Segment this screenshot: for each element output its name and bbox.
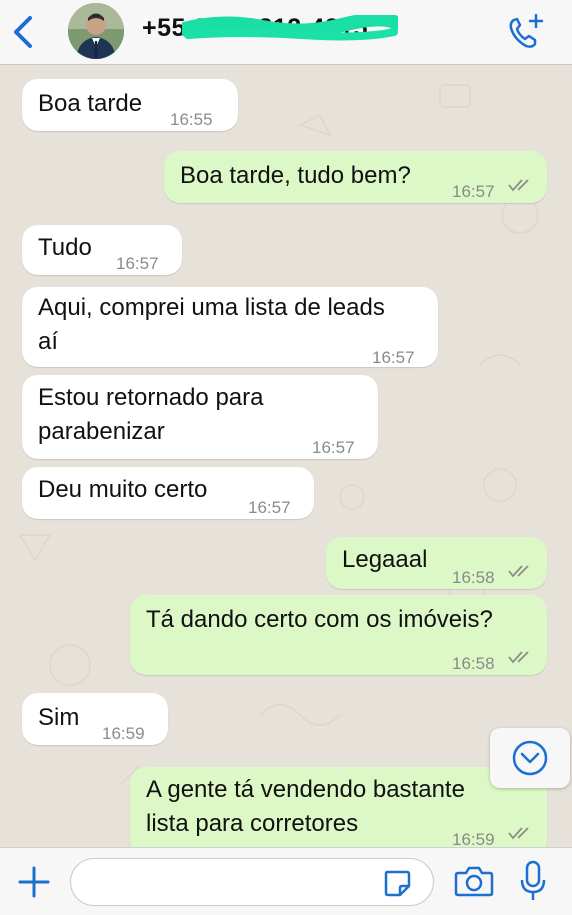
message-text: lista para corretores [146, 810, 359, 837]
message-time: 16:57 [248, 498, 291, 517]
message-time: 16:57 [312, 438, 355, 457]
message-outgoing[interactable]: A gente tá vendendo bastante lista para … [130, 767, 547, 847]
message-time: 16:57 [116, 254, 159, 273]
camera-icon [454, 866, 494, 897]
composer-bar [0, 847, 572, 915]
scroll-to-bottom-button[interactable] [490, 728, 570, 788]
attach-button[interactable] [14, 862, 54, 902]
sticker-icon [384, 870, 411, 897]
chat-area[interactable]: Boa tarde 16:55 Boa tarde, tudo bem? 16:… [0, 65, 572, 847]
message-text: Boa tarde [38, 90, 143, 117]
avatar-image [68, 3, 124, 59]
avatar[interactable] [68, 3, 124, 59]
message-time: 16:59 [102, 724, 145, 743]
plus-icon [18, 866, 50, 898]
message-text: Estou retornado para [38, 384, 264, 411]
message-text: Tá dando certo com os imóveis? [146, 606, 493, 633]
message-incoming[interactable]: Sim 16:59 [22, 693, 168, 745]
microphone-icon [520, 860, 546, 900]
chevron-down-circle-icon [512, 740, 548, 776]
message-outgoing[interactable]: Tá dando certo com os imóveis? 16:58 [130, 595, 547, 675]
message-outgoing[interactable]: Boa tarde, tudo bem? 16:57 [164, 151, 547, 203]
phone-add-icon [509, 13, 544, 48]
message-text: A gente tá vendendo bastante [146, 776, 465, 803]
message-text: Deu muito certo [38, 476, 208, 503]
message-text: Boa tarde, tudo bem? [180, 162, 411, 189]
message-incoming[interactable]: Aqui, comprei uma lista de leads aí 16:5… [22, 287, 438, 367]
double-check-icon [508, 179, 529, 192]
message-incoming[interactable]: Tudo 16:57 [22, 225, 182, 275]
double-check-icon [508, 651, 529, 664]
sticker-button[interactable] [382, 868, 412, 898]
chat-header: +55 21 99812-4215 [0, 0, 572, 65]
message-time: 16:57 [452, 182, 495, 201]
double-check-icon [508, 565, 529, 578]
message-incoming[interactable]: Estou retornado para parabenizar 16:57 [22, 375, 378, 459]
message-outgoing[interactable]: Legaaal 16:58 [326, 537, 547, 589]
message-time: 16:58 [452, 568, 495, 587]
message-text: parabenizar [38, 418, 165, 445]
back-button[interactable] [8, 12, 40, 52]
redaction-scribble [182, 15, 398, 41]
message-input[interactable] [70, 858, 434, 906]
message-incoming[interactable]: Boa tarde 16:55 [22, 79, 238, 131]
message-text: Aqui, comprei uma lista de leads [38, 294, 385, 321]
camera-button[interactable] [454, 864, 494, 898]
call-button[interactable] [504, 12, 548, 52]
message-text: Legaaal [342, 546, 428, 573]
message-time: 16:58 [452, 654, 495, 673]
message-text: Sim [38, 704, 80, 731]
microphone-button[interactable] [518, 860, 548, 902]
message-time: 16:57 [372, 348, 415, 367]
message-time: 16:55 [170, 110, 213, 129]
chevron-left-icon [14, 16, 32, 48]
message-incoming[interactable]: Deu muito certo 16:57 [22, 467, 314, 519]
message-time: 16:59 [452, 830, 495, 847]
message-text: Tudo [38, 234, 92, 261]
message-text: aí [38, 328, 59, 355]
double-check-icon [508, 827, 529, 840]
